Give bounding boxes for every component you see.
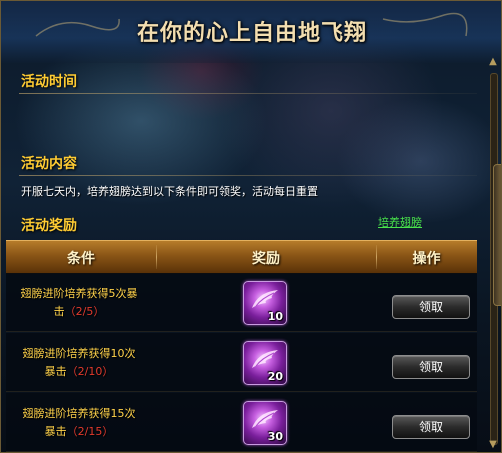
header-condition: 条件 — [67, 251, 95, 267]
activity-reward-label: 活动奖励 — [21, 218, 77, 234]
condition-text: 翅膀进阶培养获得15次 暴击（2/15） — [14, 405, 144, 441]
progress-text: （2/5） — [64, 305, 105, 318]
activity-content-label: 活动内容 — [21, 156, 77, 172]
reward-quantity: 10 — [267, 310, 283, 323]
condition-line2: 击 — [53, 305, 65, 318]
claim-button[interactable]: 领取 — [392, 415, 470, 439]
condition-text: 翅膀进阶培养获得10次 暴击（2/10） — [14, 345, 144, 381]
wing-feather-icon — [252, 350, 278, 368]
title-bar: 在你的心上自由地飞翔 — [1, 1, 501, 63]
activity-content-text: 开服七天内，培养翅膀达到以下条件即可领奖，活动每日重置 — [21, 185, 318, 198]
header-action: 操作 — [412, 251, 441, 267]
scroll-thumb[interactable] — [493, 164, 501, 306]
activity-panel: 在你的心上自由地飞翔 活动时间 活动内容 开服七天内，培养翅膀达到以下条件即可领… — [0, 0, 502, 453]
condition-line2: 暴击 — [44, 365, 67, 378]
reward-item-slot[interactable]: 30 — [243, 401, 287, 445]
scroll-track[interactable] — [490, 73, 501, 445]
scrollbar[interactable]: ▲ ▼ — [485, 53, 501, 452]
header-reward: 奖励 — [252, 251, 280, 267]
condition-line1: 翅膀进阶培养获得5次暴 — [20, 287, 138, 300]
claim-button[interactable]: 领取 — [392, 355, 470, 379]
scroll-down-arrow-icon[interactable]: ▼ — [486, 438, 500, 452]
reward-quantity: 30 — [267, 430, 283, 443]
reward-table-header: 条件 奖励 操作 — [6, 240, 477, 274]
table-row: 翅膀进阶培养获得10次 暴击（2/10） 20 领取 — [6, 333, 477, 392]
scroll-up-arrow-icon[interactable]: ▲ — [486, 55, 500, 69]
condition-text: 翅膀进阶培养获得5次暴 击（2/5） — [14, 285, 144, 321]
wing-feather-icon — [252, 290, 278, 308]
reward-item-slot[interactable]: 20 — [243, 341, 287, 385]
panel-title: 在你的心上自由地飞翔 — [136, 20, 367, 46]
wing-feather-icon — [252, 410, 278, 428]
progress-text: （2/15） — [66, 425, 114, 438]
time-separator — [19, 93, 477, 94]
activity-time-label: 活动时间 — [21, 74, 77, 90]
condition-line1: 翅膀进阶培养获得10次 — [22, 347, 136, 360]
reward-item-slot[interactable]: 10 — [243, 281, 287, 325]
condition-line1: 翅膀进阶培养获得15次 — [22, 407, 136, 420]
claim-button[interactable]: 领取 — [392, 295, 470, 319]
table-row: 翅膀进阶培养获得15次 暴击（2/15） 30 领取 — [6, 393, 477, 452]
content-separator — [19, 175, 477, 176]
progress-text: （2/10） — [66, 365, 114, 378]
reward-quantity: 20 — [267, 370, 283, 383]
cultivate-wings-link[interactable]: 培养翅膀 — [378, 214, 422, 230]
condition-line2: 暴击 — [44, 425, 67, 438]
table-row: 翅膀进阶培养获得5次暴 击（2/5） 10 领取 — [6, 273, 477, 332]
